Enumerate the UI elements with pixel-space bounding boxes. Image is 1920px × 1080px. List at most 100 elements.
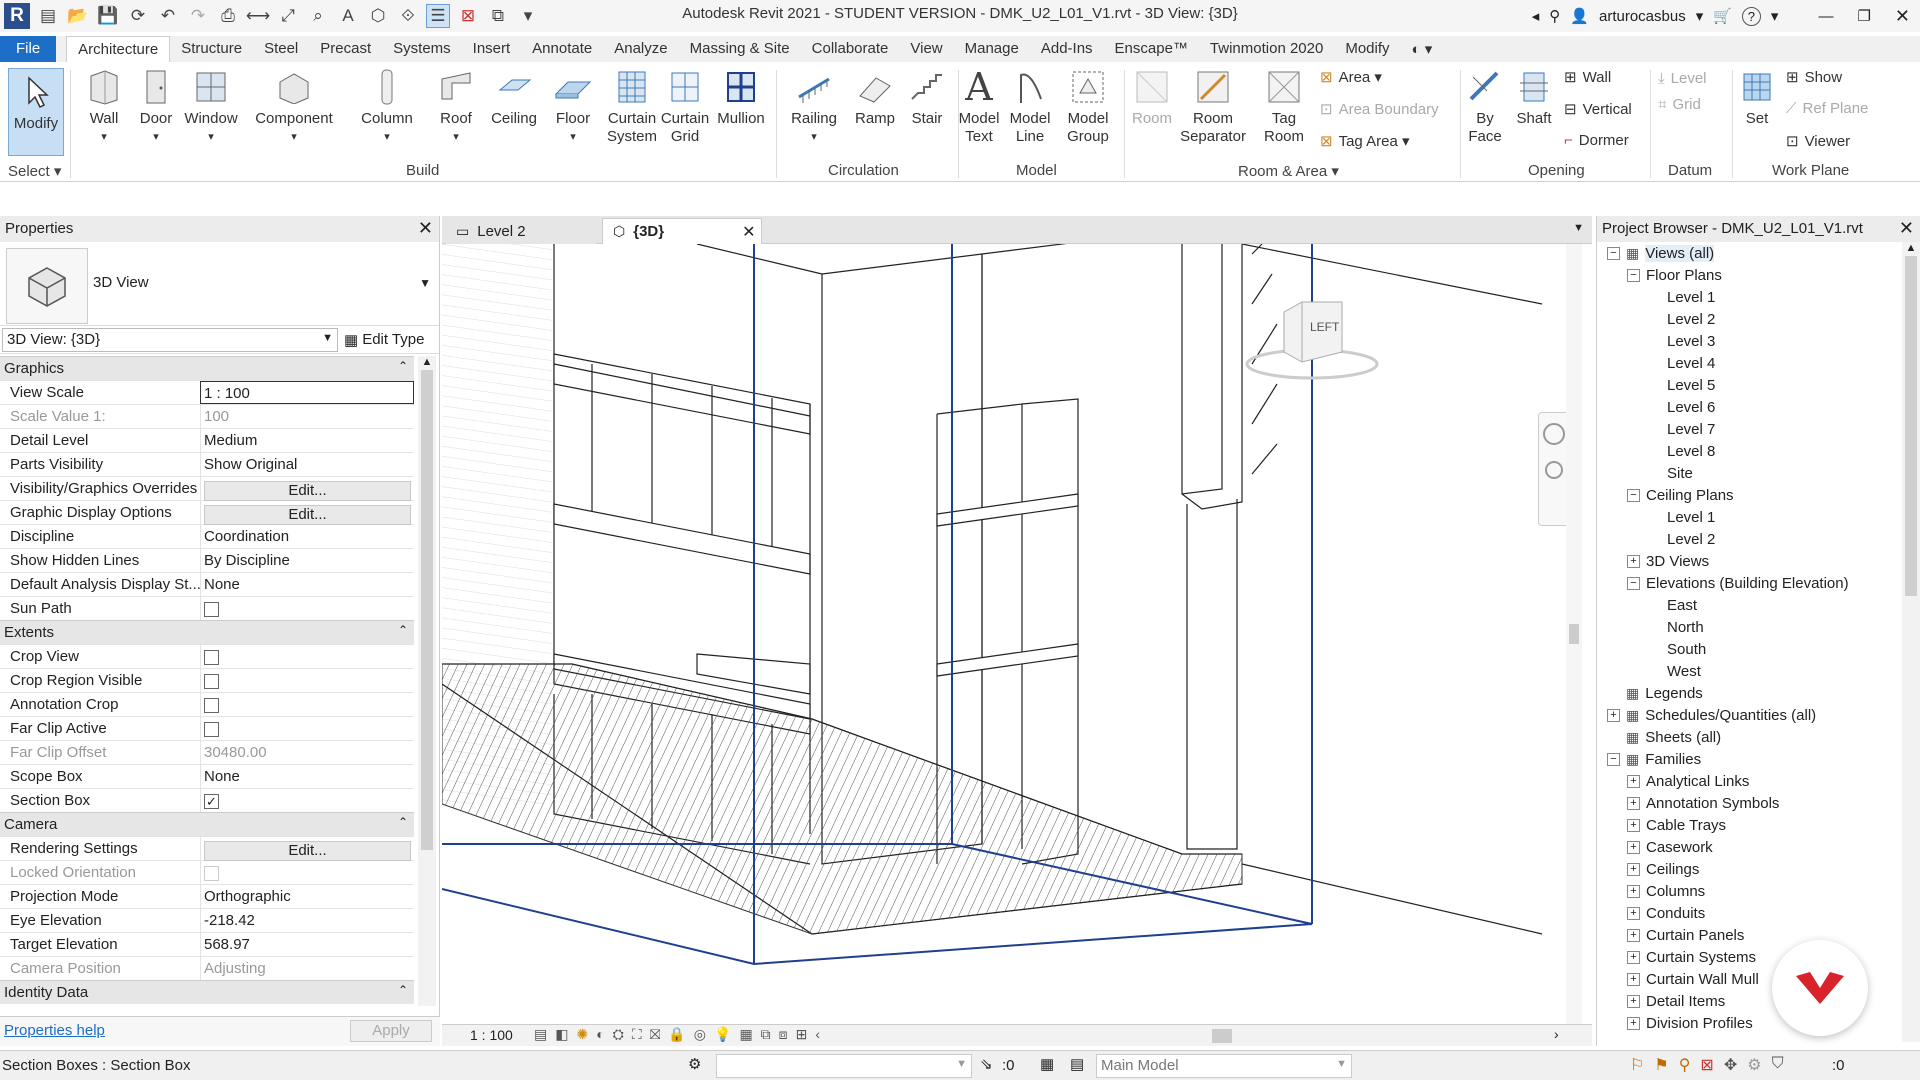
model-text-button[interactable]: A Model Text [954,68,1004,146]
browser-node[interactable]: + Curtain Panels [1597,924,1897,946]
browser-node[interactable]: + Ceilings [1597,858,1897,880]
browser-node[interactable]: +3D Views [1597,550,1897,572]
browser-node[interactable]: + Columns [1597,880,1897,902]
save-icon[interactable]: 💾 [96,4,120,28]
expand-icon[interactable]: + [1627,840,1640,854]
area-boundary-button[interactable]: ⊡ Area Boundary [1320,100,1439,119]
property-value[interactable] [200,597,414,620]
tab-analyze[interactable]: Analyze [603,36,678,62]
expand-icon[interactable]: + [1627,862,1640,876]
view-tab-3d[interactable]: ⬡ {3D} ✕ [602,218,762,244]
reveal-hidden-icon[interactable]: 💡 [714,1026,731,1043]
sync-icon[interactable]: ⟳ [126,4,150,28]
redo-icon[interactable]: ↷ [186,4,210,28]
user-menu-icon[interactable]: ▾ [1696,7,1704,25]
section-icon[interactable]: ⟐ [396,4,420,28]
property-value[interactable]: 568.97 [200,933,414,956]
level-button[interactable]: ⤓ Level [1658,70,1707,87]
tab-collaborate[interactable]: Collaborate [801,36,900,62]
property-value[interactable]: None [200,573,414,596]
modify-button[interactable]: Modify [8,68,64,156]
cart-icon[interactable]: 🛒 [1713,7,1732,25]
view-scale-button[interactable]: 1 : 100 [470,1027,513,1043]
user-icon[interactable]: 👤 [1570,7,1589,25]
property-group-camera[interactable]: Camera ⌃ [0,812,414,836]
floor-button[interactable]: Floor ▾ [548,68,598,146]
tag-icon[interactable]: ⌕ [306,4,330,28]
by-face-button[interactable]: By Face [1460,68,1510,146]
room-separator-button[interactable]: Room Separator [1176,68,1250,146]
crop-view-icon[interactable]: ⛶ [632,1026,642,1043]
active-workset-dropdown[interactable]: ▼ [716,1054,972,1078]
curtain-grid-button[interactable]: Curtain Grid [660,68,710,146]
properties-scroll-thumb[interactable] [421,370,433,850]
instance-selector[interactable]: 3D View: {3D} ▼ [2,327,338,352]
steering-wheel-icon[interactable] [1543,423,1565,445]
tab-systems[interactable]: Systems [382,36,462,62]
expand-icon[interactable]: + [1627,554,1640,568]
view-cube-face-label[interactable]: LEFT [1310,320,1339,334]
select-underlay-icon[interactable]: ⚑ [1654,1055,1668,1075]
analytical-model-icon[interactable]: ⧈ [779,1026,788,1043]
contextual-tab-toggle-icon[interactable]: ◐ ▾ [1401,36,1444,62]
property-group-identity-data[interactable]: Identity Data ⌃ [0,980,414,1004]
user-name[interactable]: arturocasbus [1599,8,1686,25]
model-group-button[interactable]: Model Group [1060,68,1116,146]
expand-icon[interactable]: + [1627,994,1640,1008]
3d-model-drawing[interactable] [442,244,1582,1024]
stair-button[interactable]: Stair [902,68,952,128]
expand-icon[interactable]: + [1627,1016,1640,1030]
collapse-group-icon[interactable]: ⌃ [398,983,408,997]
lock-3d-icon[interactable]: 🔒 [668,1026,685,1043]
main-model-dropdown[interactable]: Main Model ▼ [1096,1054,1352,1078]
background-processes-icon[interactable]: ⚙ [1747,1055,1761,1075]
property-value[interactable] [200,717,414,740]
tab-architecture[interactable]: Architecture [66,36,171,62]
worksharing-display-icon[interactable]: ⧉ [761,1026,771,1043]
tab-enscape[interactable]: Enscape™ [1104,36,1199,62]
browser-node[interactable]: Level 2 [1597,528,1897,550]
tab-add-ins[interactable]: Add-Ins [1030,36,1104,62]
canvas-vscroll-thumb[interactable] [1569,624,1579,644]
collapse-group-icon[interactable]: ⌃ [398,815,408,829]
view-cube[interactable]: LEFT [1242,294,1382,384]
room-button[interactable]: Room [1128,68,1176,128]
home-icon[interactable]: ▤ [36,4,60,28]
close-view-tab-icon[interactable]: ✕ [742,222,755,242]
dormer-button[interactable]: ⌐ Dormer [1564,132,1629,149]
browser-node[interactable]: Level 1 [1597,506,1897,528]
property-value[interactable]: ✓ [200,789,414,812]
property-value[interactable]: By Discipline [200,549,414,572]
property-value[interactable] [200,693,414,716]
collapse-group-icon[interactable]: ⌃ [398,623,408,637]
browser-node[interactable]: Level 2 [1597,308,1897,330]
thin-lines-icon[interactable]: ☰ [426,4,450,28]
checkbox[interactable] [204,674,219,689]
curtain-system-button[interactable]: Curtain System [604,68,660,146]
select-panel-label[interactable]: Select ▾ [8,162,61,180]
railing-button[interactable]: Railing ▾ [786,68,842,146]
constraints-icon[interactable]: ⊞ [796,1026,808,1043]
select-links-icon[interactable]: ⚐ [1630,1055,1644,1075]
properties-help-link[interactable]: Properties help [4,1022,105,1039]
grid-button[interactable]: ⌗ Grid [1658,96,1701,113]
checkbox[interactable] [204,722,219,737]
browser-node[interactable]: Level 6 [1597,396,1897,418]
column-button[interactable]: Column ▾ [356,68,418,146]
binoculars-icon[interactable]: ⚲ [1549,7,1560,25]
browser-node[interactable]: + Cable Trays [1597,814,1897,836]
undo-icon[interactable]: ↶ [156,4,180,28]
component-button[interactable]: Component ▾ [252,68,336,146]
minimize-button[interactable]: — [1818,8,1833,25]
default-3d-view-icon[interactable]: ⬡ [366,4,390,28]
show-button[interactable]: ⊞ Show [1786,68,1842,87]
checkbox[interactable] [204,698,219,713]
property-value[interactable]: Coordination [200,525,414,548]
browser-node[interactable]: Level 3 [1597,330,1897,352]
collapse-icon[interactable]: − [1627,268,1640,282]
property-value[interactable]: -218.42 [200,909,414,932]
model-line-button[interactable]: Model Line [1004,68,1056,146]
collapse-icon[interactable]: − [1607,752,1620,766]
project-browser-scrollbar[interactable]: ▲ [1902,242,1920,1042]
browser-node[interactable]: − Elevations (Building Elevation) [1597,572,1897,594]
